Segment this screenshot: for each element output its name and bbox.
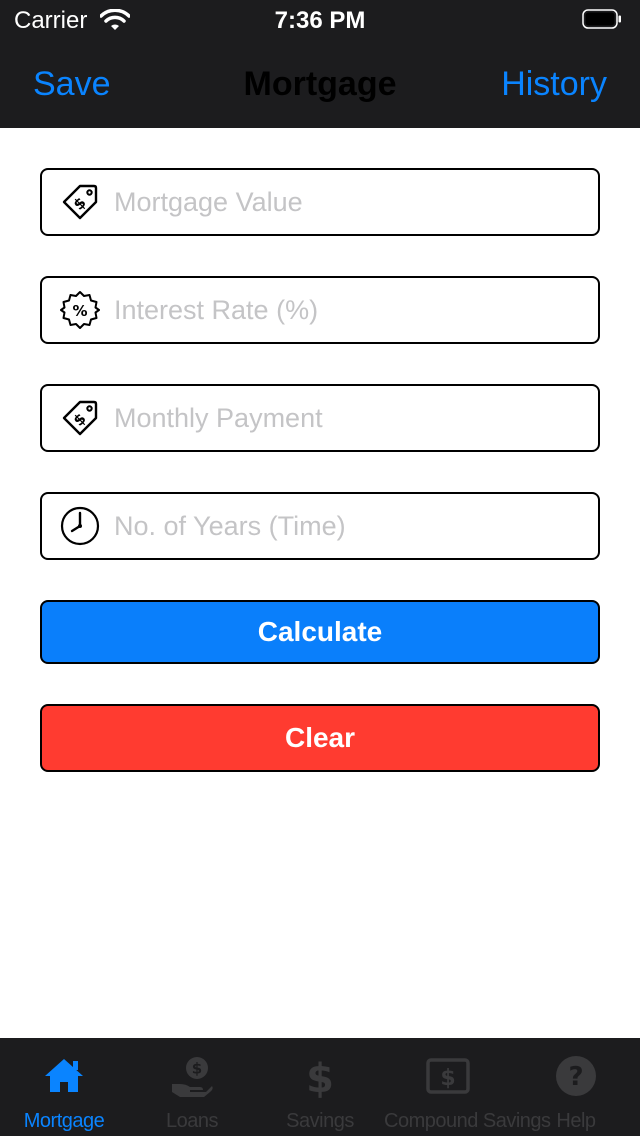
interest-rate-input[interactable] (114, 278, 584, 342)
tab-compound-savings[interactable]: $ Compound Savings (384, 1038, 551, 1136)
tab-loans[interactable]: $ Loans (128, 1038, 256, 1136)
tab-label: Savings (286, 1110, 354, 1132)
svg-text:$: $ (440, 1066, 455, 1091)
dollar-bill-icon: $ (426, 1058, 470, 1094)
svg-text:?: ? (568, 1062, 583, 1092)
svg-text:%: % (72, 302, 87, 320)
svg-text:$: $ (192, 1060, 202, 1078)
mortgage-value-input[interactable] (114, 170, 584, 234)
interest-rate-field[interactable]: % (40, 276, 600, 344)
question-circle-icon: ? (556, 1056, 596, 1096)
years-input[interactable] (114, 494, 584, 558)
percent-badge-icon: % (60, 291, 100, 329)
tab-savings[interactable]: $ Savings (256, 1038, 384, 1136)
tab-label: Help (556, 1110, 596, 1132)
status-bar: Carrier 7:36 PM (0, 0, 640, 40)
clock-icon (60, 506, 100, 546)
save-button[interactable]: Save (33, 65, 111, 104)
hand-coin-icon: $ (172, 1057, 213, 1097)
tab-bar: Mortgage $ Loans $ Savings $ Compound Sa… (0, 1038, 640, 1136)
svg-text:$: $ (306, 1056, 334, 1098)
years-field[interactable] (40, 492, 600, 560)
dollar-sign-icon: $ (306, 1056, 334, 1098)
tab-help[interactable]: ? Help (512, 1038, 640, 1136)
price-tag-dollar-icon: $ (62, 184, 98, 220)
house-icon (45, 1059, 83, 1092)
tab-label: Mortgage (23, 1110, 105, 1132)
navigation-bar: Save Mortgage History (0, 40, 640, 128)
price-tag-dollar-icon: $ (62, 400, 98, 436)
battery-icon (582, 9, 621, 29)
tab-label: Loans (166, 1110, 219, 1132)
tab-label: Compound Savings (384, 1110, 551, 1132)
mortgage-value-field[interactable]: $ (40, 168, 600, 236)
calculate-button[interactable]: Calculate (40, 600, 600, 664)
status-time: 7:36 PM (274, 7, 366, 34)
monthly-payment-input[interactable] (114, 386, 584, 450)
clear-button[interactable]: Clear (40, 704, 600, 772)
monthly-payment-field[interactable]: $ (40, 384, 600, 452)
tab-mortgage[interactable]: Mortgage (0, 1038, 128, 1136)
history-button[interactable]: History (501, 65, 607, 104)
